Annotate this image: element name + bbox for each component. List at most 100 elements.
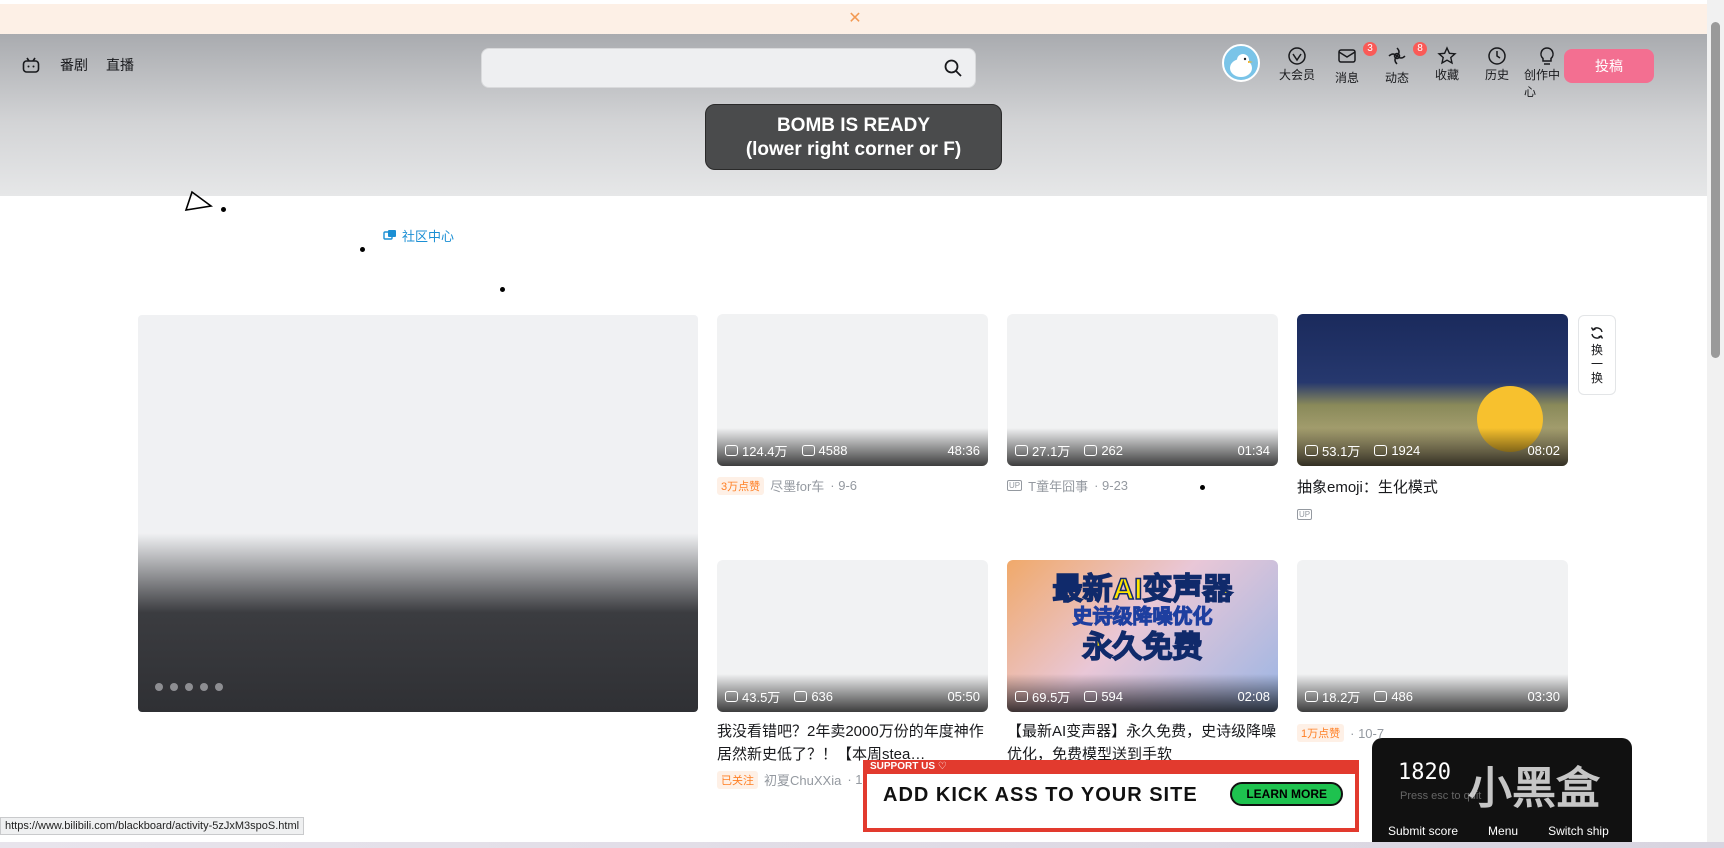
nav-item-anime[interactable]: 番剧: [60, 55, 88, 75]
video-card[interactable]: 53.1万 1924 08:02 抽象emoji：生化模式 UP: [1297, 314, 1568, 520]
video-card[interactable]: 124.4万 4588 48:36 3万点赞 尽墨for车 · 9-6: [717, 314, 988, 495]
community-icon: [383, 229, 396, 240]
danmaku-count: 4588: [818, 443, 848, 458]
carousel-dot[interactable]: [200, 683, 208, 691]
carousel-dot[interactable]: [215, 683, 223, 691]
video-thumbnail[interactable]: 18.2万 486 03:30: [1297, 560, 1568, 712]
taskbar-edge: [0, 842, 1724, 848]
nav-favorites[interactable]: 收藏: [1424, 46, 1470, 83]
video-card[interactable]: 最新AI变声器 史诗级降噪优化 永久免费 69.5万 594 02:08 【最新…: [1007, 560, 1278, 766]
view-count: 43.5万: [742, 690, 781, 705]
danmaku-count: 262: [1101, 443, 1124, 458]
learn-more-button[interactable]: LEARN MORE: [1230, 782, 1343, 806]
community-center-link[interactable]: 社区中心: [383, 226, 454, 245]
avatar[interactable]: [1222, 44, 1260, 82]
scrollbar-thumb[interactable]: [1711, 22, 1720, 358]
menu-button[interactable]: Menu: [1488, 824, 1518, 838]
video-duration: 08:02: [1527, 443, 1560, 458]
video-thumbnail[interactable]: 43.5万 636 05:50: [717, 560, 988, 712]
nav-vip[interactable]: 大会员: [1274, 46, 1320, 83]
carousel-dot[interactable]: [170, 683, 178, 691]
video-stats: 18.2万 486 03:30: [1305, 687, 1560, 706]
danmaku-icon: [1084, 691, 1098, 702]
refresh-button[interactable]: 换 一 换: [1578, 315, 1616, 395]
danmaku-count: 1924: [1391, 443, 1421, 458]
refresh-char: 一: [1590, 357, 1603, 371]
status-url: https://www.bilibili.com/blackboard/acti…: [0, 817, 305, 835]
video-author[interactable]: 尽墨for车: [770, 476, 824, 495]
play-count-icon: [1305, 691, 1318, 702]
video-duration: 48:36: [947, 443, 980, 458]
video-stats: 53.1万 1924 08:02: [1305, 441, 1560, 460]
vip-icon: [1288, 47, 1306, 65]
video-meta: 3万点赞 尽墨for车 · 9-6: [717, 476, 988, 495]
search-box[interactable]: [481, 48, 976, 88]
kickass-ad-banner[interactable]: SUPPORT US ♡ ADD KICK ASS TO YOUR SITE L…: [863, 760, 1359, 832]
banner-carousel[interactable]: [138, 315, 698, 712]
view-count: 18.2万: [1322, 690, 1361, 705]
video-meta: UP T童年囧事 · 9-23: [1007, 476, 1278, 495]
danmaku-count: 486: [1391, 689, 1414, 704]
submit-score-button[interactable]: Submit score: [1388, 824, 1458, 838]
upload-button[interactable]: 投稿: [1564, 49, 1654, 83]
refresh-char: 换: [1590, 343, 1603, 357]
video-date: · 9-23: [1094, 478, 1129, 493]
bilibili-tv-icon[interactable]: [20, 54, 42, 76]
ship-icon: [184, 190, 214, 211]
thumbnail-tagline: 永久免费: [1082, 630, 1204, 665]
danmaku-icon: [801, 445, 815, 456]
nav-vip-label: 大会员: [1278, 68, 1315, 82]
carousel-indicators: [155, 683, 223, 691]
view-count: 53.1万: [1322, 444, 1361, 459]
xiaoheihe-watermark: 小黑盒: [1468, 764, 1600, 813]
nav-messages-label: 消息: [1334, 71, 1359, 85]
play-count-icon: [1015, 445, 1028, 456]
play-count-icon: [1305, 445, 1318, 456]
clock-icon: [1488, 47, 1506, 65]
video-author[interactable]: 初夏ChuXXia: [764, 770, 841, 789]
refresh-char: 换: [1590, 371, 1603, 385]
video-thumbnail[interactable]: 53.1万 1924 08:02: [1297, 314, 1568, 466]
carousel-dot[interactable]: [155, 683, 163, 691]
video-card[interactable]: 18.2万 486 03:30 1万点赞 · 10-7: [1297, 560, 1568, 742]
bullet: [360, 247, 365, 252]
nav-messages[interactable]: 3 消息: [1324, 42, 1377, 86]
scrollbar[interactable]: [1707, 0, 1724, 842]
ad-body: ADD KICK ASS TO YOUR SITE LEARN MORE: [867, 774, 1355, 828]
play-count-icon: [725, 445, 738, 456]
video-card[interactable]: 27.1万 262 01:34 UP T童年囧事 · 9-23: [1007, 314, 1278, 495]
bomb-line-2: (lower right corner or F): [745, 139, 962, 160]
nav-feed-label: 动态: [1384, 71, 1409, 85]
video-thumbnail[interactable]: 27.1万 262 01:34: [1007, 314, 1278, 466]
video-author[interactable]: T童年囧事: [1028, 476, 1088, 495]
switch-ship-button[interactable]: Switch ship: [1548, 824, 1609, 838]
danmaku-icon: [1374, 691, 1388, 702]
score-value: 1820: [1398, 760, 1451, 785]
play-count-icon: [725, 691, 738, 702]
view-count: 124.4万: [742, 444, 788, 459]
video-thumbnail[interactable]: 最新AI变声器 史诗级降噪优化 永久免费 69.5万 594 02:08: [1007, 560, 1278, 712]
notice-bar: ✕: [0, 4, 1707, 34]
nav-history[interactable]: 历史: [1474, 46, 1520, 83]
ad-support-label[interactable]: SUPPORT US ♡: [863, 760, 954, 773]
nav-favorites-label: 收藏: [1434, 68, 1459, 82]
nav-feed[interactable]: 8 动态: [1374, 42, 1427, 86]
view-count: 69.5万: [1032, 690, 1071, 705]
bomb-ready-banner: BOMB IS READY (lower right corner or F): [705, 104, 1002, 170]
video-duration: 01:34: [1237, 443, 1270, 458]
video-meta: UP: [1297, 509, 1568, 520]
close-icon[interactable]: ✕: [845, 9, 865, 29]
danmaku-icon: [794, 691, 808, 702]
bulb-icon: [1540, 47, 1554, 65]
video-thumbnail[interactable]: 124.4万 4588 48:36: [717, 314, 988, 466]
search-input[interactable]: [492, 57, 926, 81]
up-icon: UP: [1007, 480, 1023, 491]
star-icon: [1437, 46, 1457, 65]
like-tag: 3万点赞: [717, 476, 765, 495]
carousel-dot[interactable]: [185, 683, 193, 691]
video-card[interactable]: 43.5万 636 05:50 我没看错吧？2年卖2000万份的年度神作居然新史…: [717, 560, 988, 789]
search-icon[interactable]: [943, 58, 963, 78]
nav-item-live[interactable]: 直播: [106, 55, 134, 75]
feed-icon: [1388, 47, 1406, 65]
video-title[interactable]: 抽象emoji：生化模式: [1297, 476, 1568, 499]
